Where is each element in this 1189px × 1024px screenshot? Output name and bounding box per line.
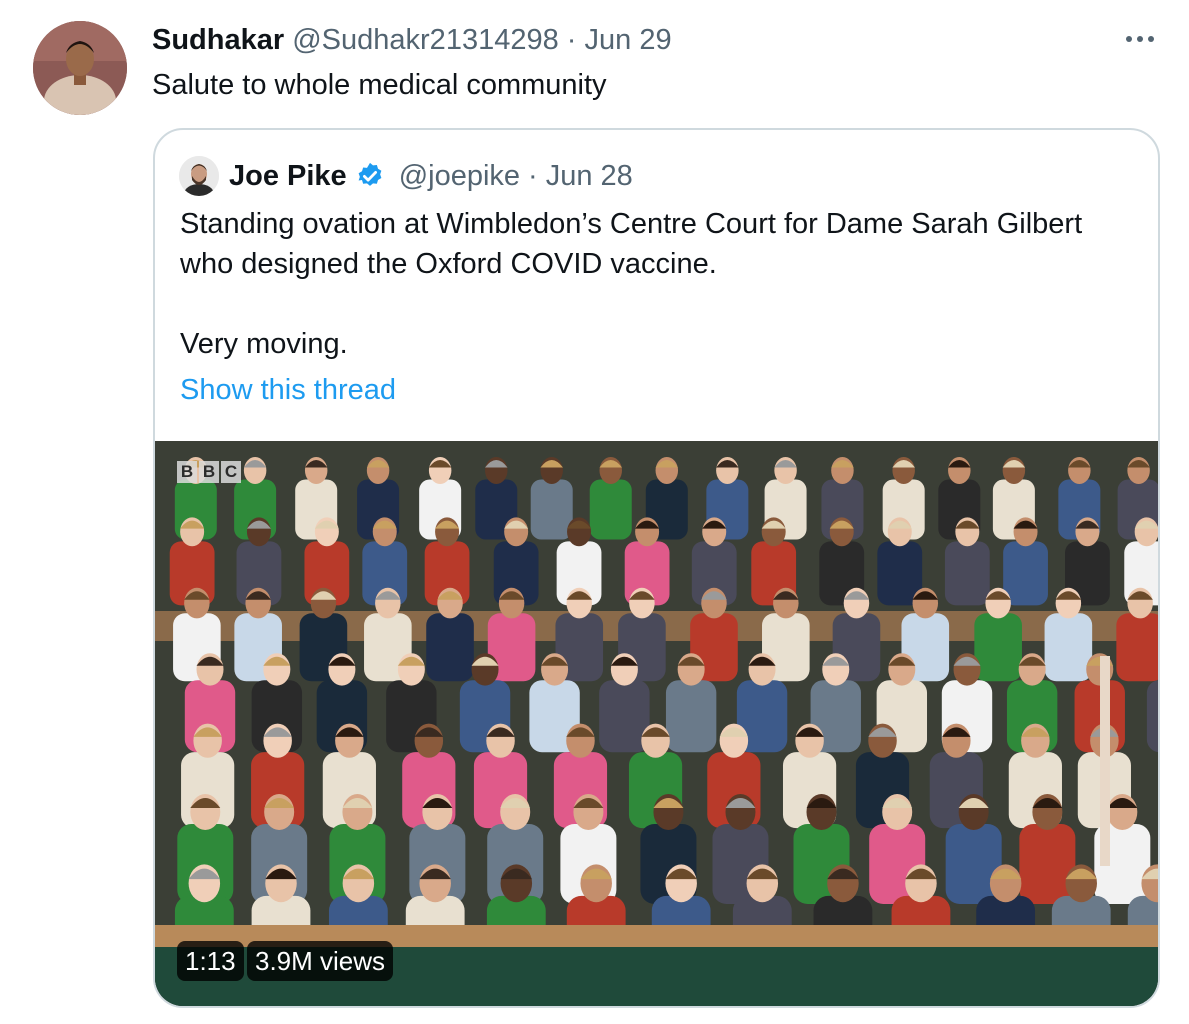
tweet-text: Salute to whole medical community <box>152 69 607 101</box>
bbc-logo-letter: C <box>221 461 241 483</box>
video-duration-badge: 1:13 <box>177 941 244 981</box>
tweet-date[interactable]: Jun 29 <box>585 24 672 56</box>
quote-text-paragraph-2: Very moving. <box>180 328 348 360</box>
verified-badge-icon <box>358 162 382 186</box>
quote-author-handle[interactable]: @joepike <box>399 156 520 196</box>
video-player[interactable]: B B C 1:13 3.9M views <box>155 441 1158 1006</box>
video-views-badge: 3.9M views <box>247 941 394 981</box>
quote-avatar[interactable] <box>179 156 219 196</box>
quoted-tweet-card[interactable]: Joe Pike @joepike · Jun 28 Standing ovat… <box>153 128 1160 1008</box>
quote-date[interactable]: Jun 28 <box>546 156 633 196</box>
author-name[interactable]: Sudhakar <box>152 24 284 56</box>
show-thread-link[interactable]: Show this thread <box>180 370 396 410</box>
quote-text-paragraph-1: Standing ovation at Wimbledon’s Centre C… <box>180 208 1083 280</box>
tweet-header: Sudhakar @Sudhakr21314298 · Jun 29 <box>152 22 672 58</box>
quote-text: Standing ovation at Wimbledon’s Centre C… <box>180 204 1120 364</box>
bbc-logo: B B C <box>177 461 241 483</box>
quote-header: Joe Pike @joepike · Jun 28 <box>179 156 633 196</box>
quote-author-name[interactable]: Joe Pike <box>229 156 347 196</box>
author-avatar[interactable] <box>33 21 127 115</box>
video-thumbnail <box>155 441 1158 1006</box>
bbc-logo-letter: B <box>177 461 197 483</box>
author-handle[interactable]: @Sudhakr21314298 <box>292 24 558 56</box>
more-horizontal-icon[interactable] <box>1120 24 1160 54</box>
separator-dot: · <box>566 24 577 56</box>
bbc-logo-letter: B <box>199 461 219 483</box>
separator-dot: · <box>528 160 538 192</box>
